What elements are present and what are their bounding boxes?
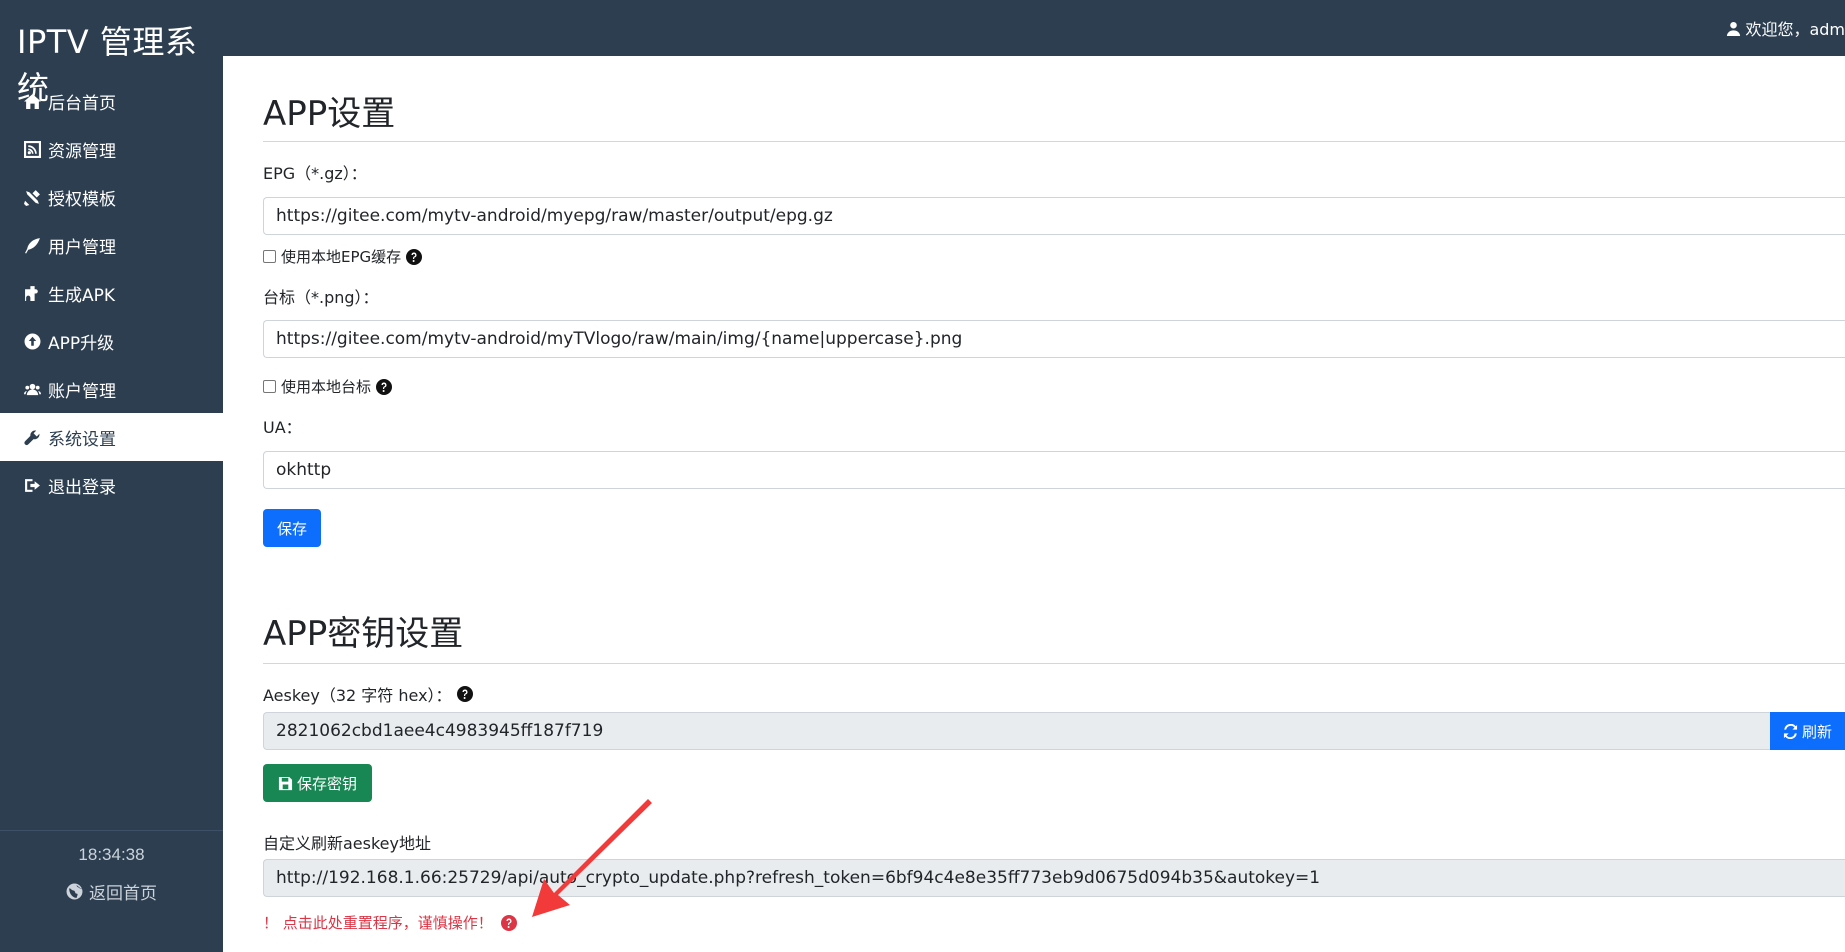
sidebar-item-license-templates[interactable]: 授权模板 <box>0 173 223 221</box>
question-circle-icon[interactable] <box>500 914 517 931</box>
epg-label: EPG（*.gz）： <box>263 164 367 183</box>
refresh-icon <box>1783 723 1798 739</box>
rss-icon <box>22 139 42 159</box>
logo-url-input[interactable]: https://gitee.com/mytv-android/myTVlogo/… <box>263 320 1845 358</box>
epg-url-input[interactable]: https://gitee.com/mytv-android/myepg/raw… <box>263 197 1845 235</box>
sidebar-item-label: 资源管理 <box>48 141 116 162</box>
sidebar-item-build-apk[interactable]: 生成APK <box>0 269 223 317</box>
question-circle-icon[interactable] <box>456 686 473 702</box>
custom-url-label: 自定义刷新aeskey地址 <box>263 834 431 853</box>
refresh-key-button[interactable]: 刷新 <box>1770 712 1845 750</box>
user-icon <box>1727 21 1741 36</box>
question-circle-icon[interactable] <box>376 378 393 395</box>
globe-icon <box>66 883 83 900</box>
sidebar-item-system-settings[interactable]: 系统设置 <box>0 413 223 461</box>
epg-cache-checkbox[interactable] <box>263 250 276 263</box>
welcome-text: 欢迎您，adm <box>1745 20 1845 39</box>
top-bar: 欢迎您，adm <box>223 0 1845 56</box>
save-key-label: 保存密钥 <box>296 774 357 793</box>
sidebar-item-label: 授权模板 <box>48 189 116 210</box>
app-title: IPTV 管理系统 <box>17 23 198 107</box>
user-menu[interactable]: 欢迎您，adm <box>1726 16 1845 40</box>
ua-input[interactable]: okhttp <box>263 451 1845 489</box>
sidebar-item-label: 系统设置 <box>48 429 116 450</box>
local-logo-option: 使用本地台标 <box>263 376 393 397</box>
puzzle-icon <box>22 283 42 303</box>
back-home-label: 返回首页 <box>89 884 157 903</box>
tools-icon <box>22 187 42 207</box>
aeskey-label: Aeskey（32 字符 hex）： <box>263 686 452 705</box>
sidebar-item-app-upgrade[interactable]: APP升级 <box>0 317 223 365</box>
local-logo-label: 使用本地台标 <box>281 378 372 396</box>
question-circle-icon[interactable] <box>406 248 423 265</box>
divider <box>263 663 1845 664</box>
wrench-icon <box>22 427 42 447</box>
sign-out-icon <box>22 475 42 495</box>
users-icon <box>22 379 42 399</box>
arrow-up-circle-icon <box>22 331 42 351</box>
logo-label: 台标（*.png）： <box>263 288 379 307</box>
sidebar-item-accounts[interactable]: 账户管理 <box>0 365 223 413</box>
clock: 18:34:38 <box>78 845 145 864</box>
sidebar-item-label: APP升级 <box>48 333 115 354</box>
sidebar-item-label: 用户管理 <box>48 237 116 258</box>
sidebar-item-resources[interactable]: 资源管理 <box>0 125 223 173</box>
annotation-arrow <box>532 799 652 917</box>
sidebar-item-label: 后台首页 <box>48 93 116 114</box>
ua-label: UA： <box>263 418 302 437</box>
reset-program-link[interactable]: ！ 点击此处重置程序，谨慎操作！ <box>263 912 517 933</box>
divider <box>263 141 1845 142</box>
epg-cache-label: 使用本地EPG缓存 <box>281 248 402 266</box>
app-settings-title: APP设置 <box>263 94 396 134</box>
sidebar-item-label: 生成APK <box>48 285 116 306</box>
save-button[interactable]: 保存 <box>263 509 321 547</box>
sidebar-footer: 18:34:38 返回首页 <box>0 830 223 952</box>
sidebar-item-label: 退出登录 <box>48 477 116 498</box>
custom-refresh-url-input[interactable]: http://192.168.1.66:25729/api/auto_crypt… <box>263 859 1845 897</box>
feather-icon <box>22 235 42 255</box>
home-icon <box>22 91 42 111</box>
epg-cache-option: 使用本地EPG缓存 <box>263 246 423 267</box>
key-settings-title: APP密钥设置 <box>263 614 464 654</box>
local-logo-checkbox[interactable] <box>263 380 276 393</box>
sidebar-nav: 后台首页 资源管理 授权模板 用户管理 生成APK APP升级 账户管理 系统设… <box>0 77 223 509</box>
back-home-link[interactable]: 返回首页 <box>66 879 157 904</box>
sidebar: IPTV 管理系统 后台首页 资源管理 授权模板 用户管理 生成APK APP升… <box>0 0 223 952</box>
aeskey-input[interactable]: 2821062cbd1aee4c4983945ff187f719 <box>263 712 1770 750</box>
aeskey-label-row: Aeskey（32 字符 hex）： <box>263 682 473 706</box>
sidebar-item-label: 账户管理 <box>48 381 116 402</box>
sidebar-item-users[interactable]: 用户管理 <box>0 221 223 269</box>
save-key-button[interactable]: 保存密钥 <box>263 764 372 802</box>
sidebar-item-logout[interactable]: 退出登录 <box>0 461 223 509</box>
reset-warning-text: ！ 点击此处重置程序，谨慎操作！ <box>263 914 493 932</box>
refresh-label: 刷新 <box>1801 722 1832 741</box>
floppy-disk-icon <box>278 776 293 790</box>
